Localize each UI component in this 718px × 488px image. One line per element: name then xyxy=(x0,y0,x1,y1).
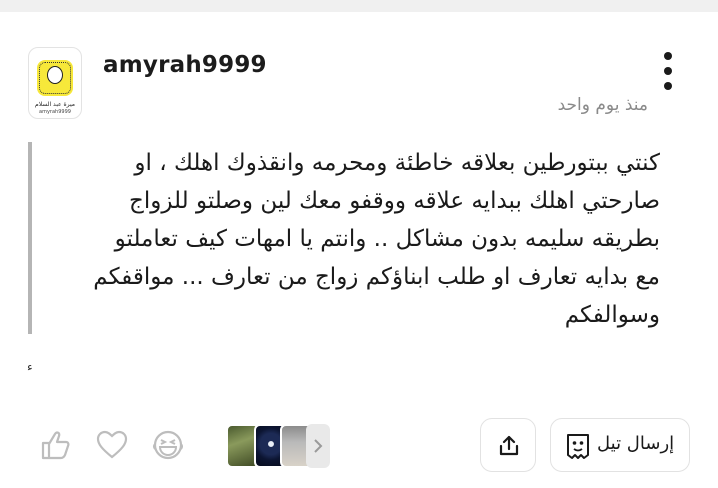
post-line: كنتي ببتورطين بعلاقه خاطئة ومحرمه وانقذو… xyxy=(134,150,660,176)
heart-icon[interactable] xyxy=(96,430,128,460)
quote-bar xyxy=(28,142,32,334)
post-line: صارحتي اهلك ببدايه علاقه ووقفو معك لين و… xyxy=(129,188,660,214)
post-timestamp: منذ يوم واحد xyxy=(557,95,648,115)
reply-thumbnails[interactable] xyxy=(226,424,330,468)
avatar[interactable]: ميرة عبد السلام amyrah9999 xyxy=(28,47,82,119)
thumbs-up-icon[interactable] xyxy=(40,430,72,460)
post-line: مع بدايه تعارف او طلب ابناؤكم زواج من تع… xyxy=(93,264,660,290)
send-tell-label: إرسال تيل xyxy=(597,433,675,454)
username[interactable]: amyrah9999 xyxy=(103,52,267,78)
snapcode-image xyxy=(37,60,73,96)
post-body: كنتي ببتورطين بعلاقه خاطئة ومحرمه وانقذو… xyxy=(40,144,660,334)
send-tell-button[interactable]: إرسال تيل xyxy=(550,418,690,472)
share-button[interactable] xyxy=(480,418,536,472)
more-vertical-icon[interactable] xyxy=(658,52,678,90)
laugh-icon[interactable] xyxy=(152,430,184,460)
top-status-strip xyxy=(0,0,718,12)
post-line: بطريقه سليمه بدون مشاكل .. وانتم يا امها… xyxy=(114,226,660,252)
ghost-note-icon xyxy=(567,434,589,459)
chevron-right-icon[interactable] xyxy=(306,424,330,468)
avatar-caption-handle: amyrah9999 xyxy=(39,109,71,115)
share-icon xyxy=(499,435,519,456)
post-line: وسوالفكم xyxy=(564,302,660,328)
stray-mark: ء xyxy=(27,360,33,374)
avatar-caption-name: ميرة عبد السلام xyxy=(35,101,75,108)
